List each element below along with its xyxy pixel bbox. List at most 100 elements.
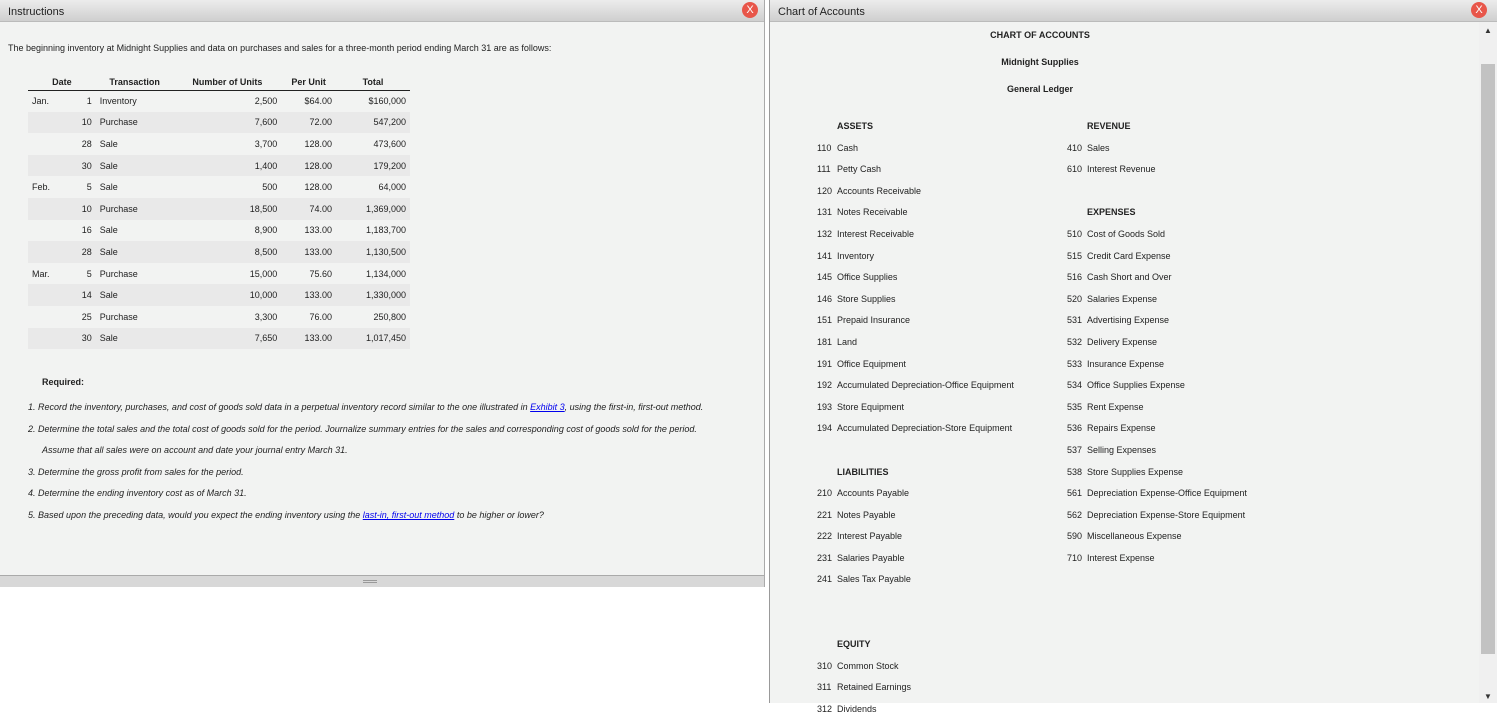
account-item[interactable]: 310Common Stock	[817, 656, 1014, 678]
scroll-down-icon[interactable]: ▼	[1484, 692, 1492, 701]
month-cell	[28, 328, 68, 350]
account-item[interactable]: 312Dividends	[817, 699, 1014, 721]
account-item[interactable]: 535Rent Expense	[1067, 397, 1247, 419]
account-item[interactable]: 222Interest Payable	[817, 526, 1014, 548]
account-number: 710	[1067, 548, 1087, 570]
account-number: 181	[817, 332, 837, 354]
account-item[interactable]: 536Repairs Expense	[1067, 418, 1247, 440]
account-item[interactable]: 231Salaries Payable	[817, 548, 1014, 570]
account-item[interactable]: 192Accumulated Depreciation-Office Equip…	[817, 375, 1014, 397]
item-number: 4.	[28, 488, 36, 498]
section-heading	[817, 591, 1014, 613]
table-row: Mar.5Purchase15,00075.601,134,000	[28, 263, 410, 285]
account-item[interactable]: 194Accumulated Depreciation-Store Equipm…	[817, 418, 1014, 440]
account-item[interactable]: 145Office Supplies	[817, 267, 1014, 289]
close-icon[interactable]: X	[1471, 2, 1487, 18]
section-heading	[817, 440, 1014, 462]
account-item[interactable]: 241Sales Tax Payable	[817, 569, 1014, 591]
account-item[interactable]: 710Interest Expense	[1067, 548, 1247, 570]
units-cell: 18,500	[174, 198, 282, 220]
account-name: Accumulated Depreciation-Store Equipment	[837, 423, 1012, 433]
item-link[interactable]: Exhibit 3	[530, 402, 565, 412]
account-item[interactable]: 151Prepaid Insurance	[817, 310, 1014, 332]
units-cell: 8,500	[174, 241, 282, 263]
total-cell: 547,200	[336, 112, 410, 134]
transaction-cell: Sale	[96, 241, 174, 263]
account-number: 536	[1067, 418, 1087, 440]
account-item[interactable]: 191Office Equipment	[817, 354, 1014, 376]
month-cell: Feb.	[28, 176, 68, 198]
account-number: 145	[817, 267, 837, 289]
account-item[interactable]: 538Store Supplies Expense	[1067, 462, 1247, 484]
month-cell: Mar.	[28, 263, 68, 285]
section-heading	[1067, 181, 1247, 203]
account-item[interactable]: 561Depreciation Expense-Office Equipment	[1067, 483, 1247, 505]
account-item[interactable]: 131Notes Receivable	[817, 202, 1014, 224]
account-item[interactable]: 610Interest Revenue	[1067, 159, 1247, 181]
account-item[interactable]: 532Delivery Expense	[1067, 332, 1247, 354]
item-link[interactable]: last-in, first-out method	[363, 510, 455, 520]
account-name: Office Equipment	[837, 359, 906, 369]
close-icon[interactable]: X	[742, 2, 758, 18]
table-row: 10Purchase7,60072.00547,200	[28, 112, 410, 134]
account-item[interactable]: 516Cash Short and Over	[1067, 267, 1247, 289]
account-item[interactable]: 311Retained Earnings	[817, 677, 1014, 699]
account-item[interactable]: 132Interest Receivable	[817, 224, 1014, 246]
required-item: 5. Based upon the preceding data, would …	[28, 505, 708, 527]
account-item[interactable]: 210Accounts Payable	[817, 483, 1014, 505]
account-item[interactable]: 141Inventory	[817, 246, 1014, 268]
account-item[interactable]: 181Land	[817, 332, 1014, 354]
instructions-header: Instructions X	[0, 0, 764, 22]
column-header: Per Unit	[281, 74, 336, 90]
total-cell: 64,000	[336, 176, 410, 198]
scroll-up-icon[interactable]: ▲	[1484, 26, 1492, 35]
day-cell: 5	[68, 176, 96, 198]
account-item[interactable]: 515Credit Card Expense	[1067, 246, 1247, 268]
day-cell: 30	[68, 328, 96, 350]
resize-bar[interactable]	[0, 575, 764, 587]
account-item[interactable]: 537Selling Expenses	[1067, 440, 1247, 462]
account-number: 131	[817, 202, 837, 224]
account-item[interactable]: 111Petty Cash	[817, 159, 1014, 181]
scroll-thumb[interactable]	[1481, 64, 1495, 654]
account-item[interactable]: 120Accounts Receivable	[817, 181, 1014, 203]
account-item[interactable]: 110Cash	[817, 138, 1014, 160]
units-cell: 3,300	[174, 306, 282, 328]
unit-cost-cell: 133.00	[281, 220, 336, 242]
account-item[interactable]: 510Cost of Goods Sold	[1067, 224, 1247, 246]
panel-title: Chart of Accounts	[778, 6, 865, 18]
account-number: 194	[817, 418, 837, 440]
account-item[interactable]: 520Salaries Expense	[1067, 289, 1247, 311]
month-cell: Jan.	[28, 90, 68, 112]
account-item[interactable]: 221Notes Payable	[817, 505, 1014, 527]
account-number: 151	[817, 310, 837, 332]
accounts-column-1: ASSETS110Cash111Petty Cash120Accounts Re…	[817, 116, 1014, 721]
total-cell: 1,134,000	[336, 263, 410, 285]
account-item[interactable]: 533Insurance Expense	[1067, 354, 1247, 376]
intro-text: The beginning inventory at Midnight Supp…	[8, 43, 551, 53]
item-text: Determine the ending inventory cost as o…	[38, 488, 247, 498]
account-item[interactable]: 531Advertising Expense	[1067, 310, 1247, 332]
account-number: 561	[1067, 483, 1087, 505]
account-item[interactable]: 193Store Equipment	[817, 397, 1014, 419]
item-text: Based upon the preceding data, would you…	[38, 510, 363, 520]
account-number: 221	[817, 505, 837, 527]
resize-grip-icon[interactable]	[363, 580, 377, 583]
scrollbar[interactable]: ▲ ▼	[1479, 22, 1497, 703]
account-item[interactable]: 562Depreciation Expense-Store Equipment	[1067, 505, 1247, 527]
account-item[interactable]: 590Miscellaneous Expense	[1067, 526, 1247, 548]
unit-cost-cell: 128.00	[281, 133, 336, 155]
section-heading: EQUITY	[817, 634, 1014, 656]
table-row: 14Sale10,000133.001,330,000	[28, 284, 410, 306]
account-item[interactable]: 146Store Supplies	[817, 289, 1014, 311]
account-name: Selling Expenses	[1087, 445, 1156, 455]
section-heading: REVENUE	[1067, 116, 1247, 138]
transaction-cell: Sale	[96, 133, 174, 155]
account-number: 610	[1067, 159, 1087, 181]
account-item[interactable]: 534Office Supplies Expense	[1067, 375, 1247, 397]
account-item[interactable]: 410Sales	[1067, 138, 1247, 160]
account-name: Common Stock	[837, 661, 899, 671]
table-row: 28Sale3,700128.00473,600	[28, 133, 410, 155]
month-cell	[28, 220, 68, 242]
account-number: 241	[817, 569, 837, 591]
